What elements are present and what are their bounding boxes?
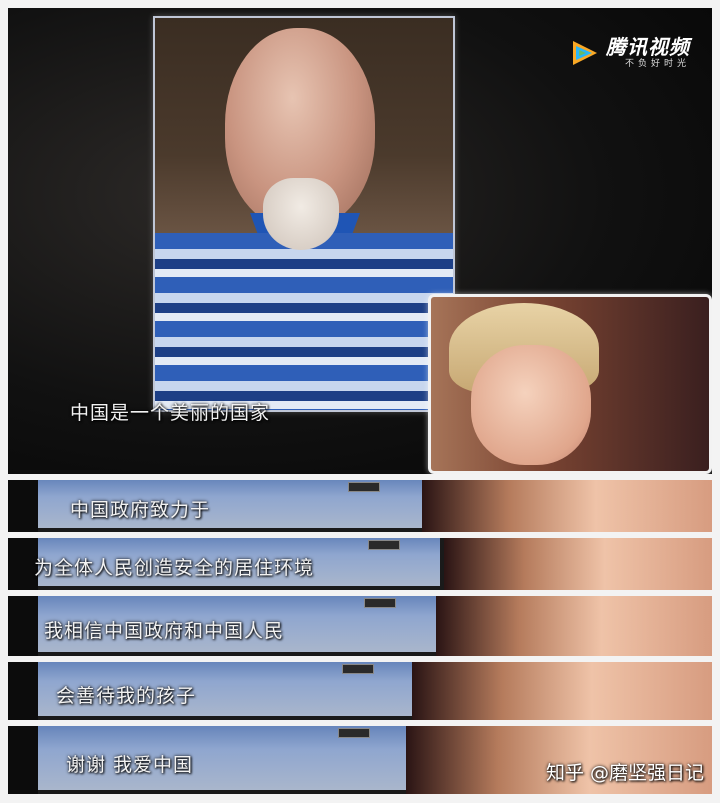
video-strip-1: 中国政府致力于 <box>8 480 712 532</box>
elderly-man-photo <box>153 16 455 412</box>
logo-slogan: 不负好时光 <box>624 59 690 69</box>
video-strip-4: 会善待我的孩子 <box>8 662 712 720</box>
main-video-frame: 腾讯视频 不负好时光 中国是一个美丽的国家 <box>8 8 712 474</box>
subtitle-5: 会善待我的孩子 <box>56 685 197 707</box>
young-man-photo <box>412 662 712 720</box>
subtitle-2: 中国政府致力于 <box>70 499 211 521</box>
video-strip-3: 我相信中国政府和中国人民 <box>8 596 712 656</box>
man-beard <box>263 178 339 250</box>
young-man-photo <box>428 294 712 474</box>
collage-frame: 腾讯视频 不负好时光 中国是一个美丽的国家 中国政府致力于 为全体人民创造安全的… <box>0 0 720 803</box>
young-man-photo <box>422 480 712 532</box>
smiling-face <box>471 345 591 465</box>
striped-shirt <box>155 233 453 410</box>
tencent-video-logo: 腾讯视频 不负好时光 <box>570 36 690 70</box>
subtitle-4: 我相信中国政府和中国人民 <box>44 620 285 642</box>
young-man-photo <box>436 596 712 656</box>
subtitle-6: 谢谢 我爱中国 <box>66 754 194 776</box>
play-icon <box>570 38 600 68</box>
subtitle-3: 为全体人民创造安全的居住环境 <box>34 557 315 579</box>
subtitle-1: 中国是一个美丽的国家 <box>70 402 271 424</box>
zhihu-watermark: 知乎 @磨坚强日记 <box>545 762 704 784</box>
video-strip-2: 为全体人民创造安全的居住环境 <box>8 538 712 590</box>
young-man-photo <box>444 538 712 590</box>
logo-name: 腾讯视频 <box>606 35 690 59</box>
